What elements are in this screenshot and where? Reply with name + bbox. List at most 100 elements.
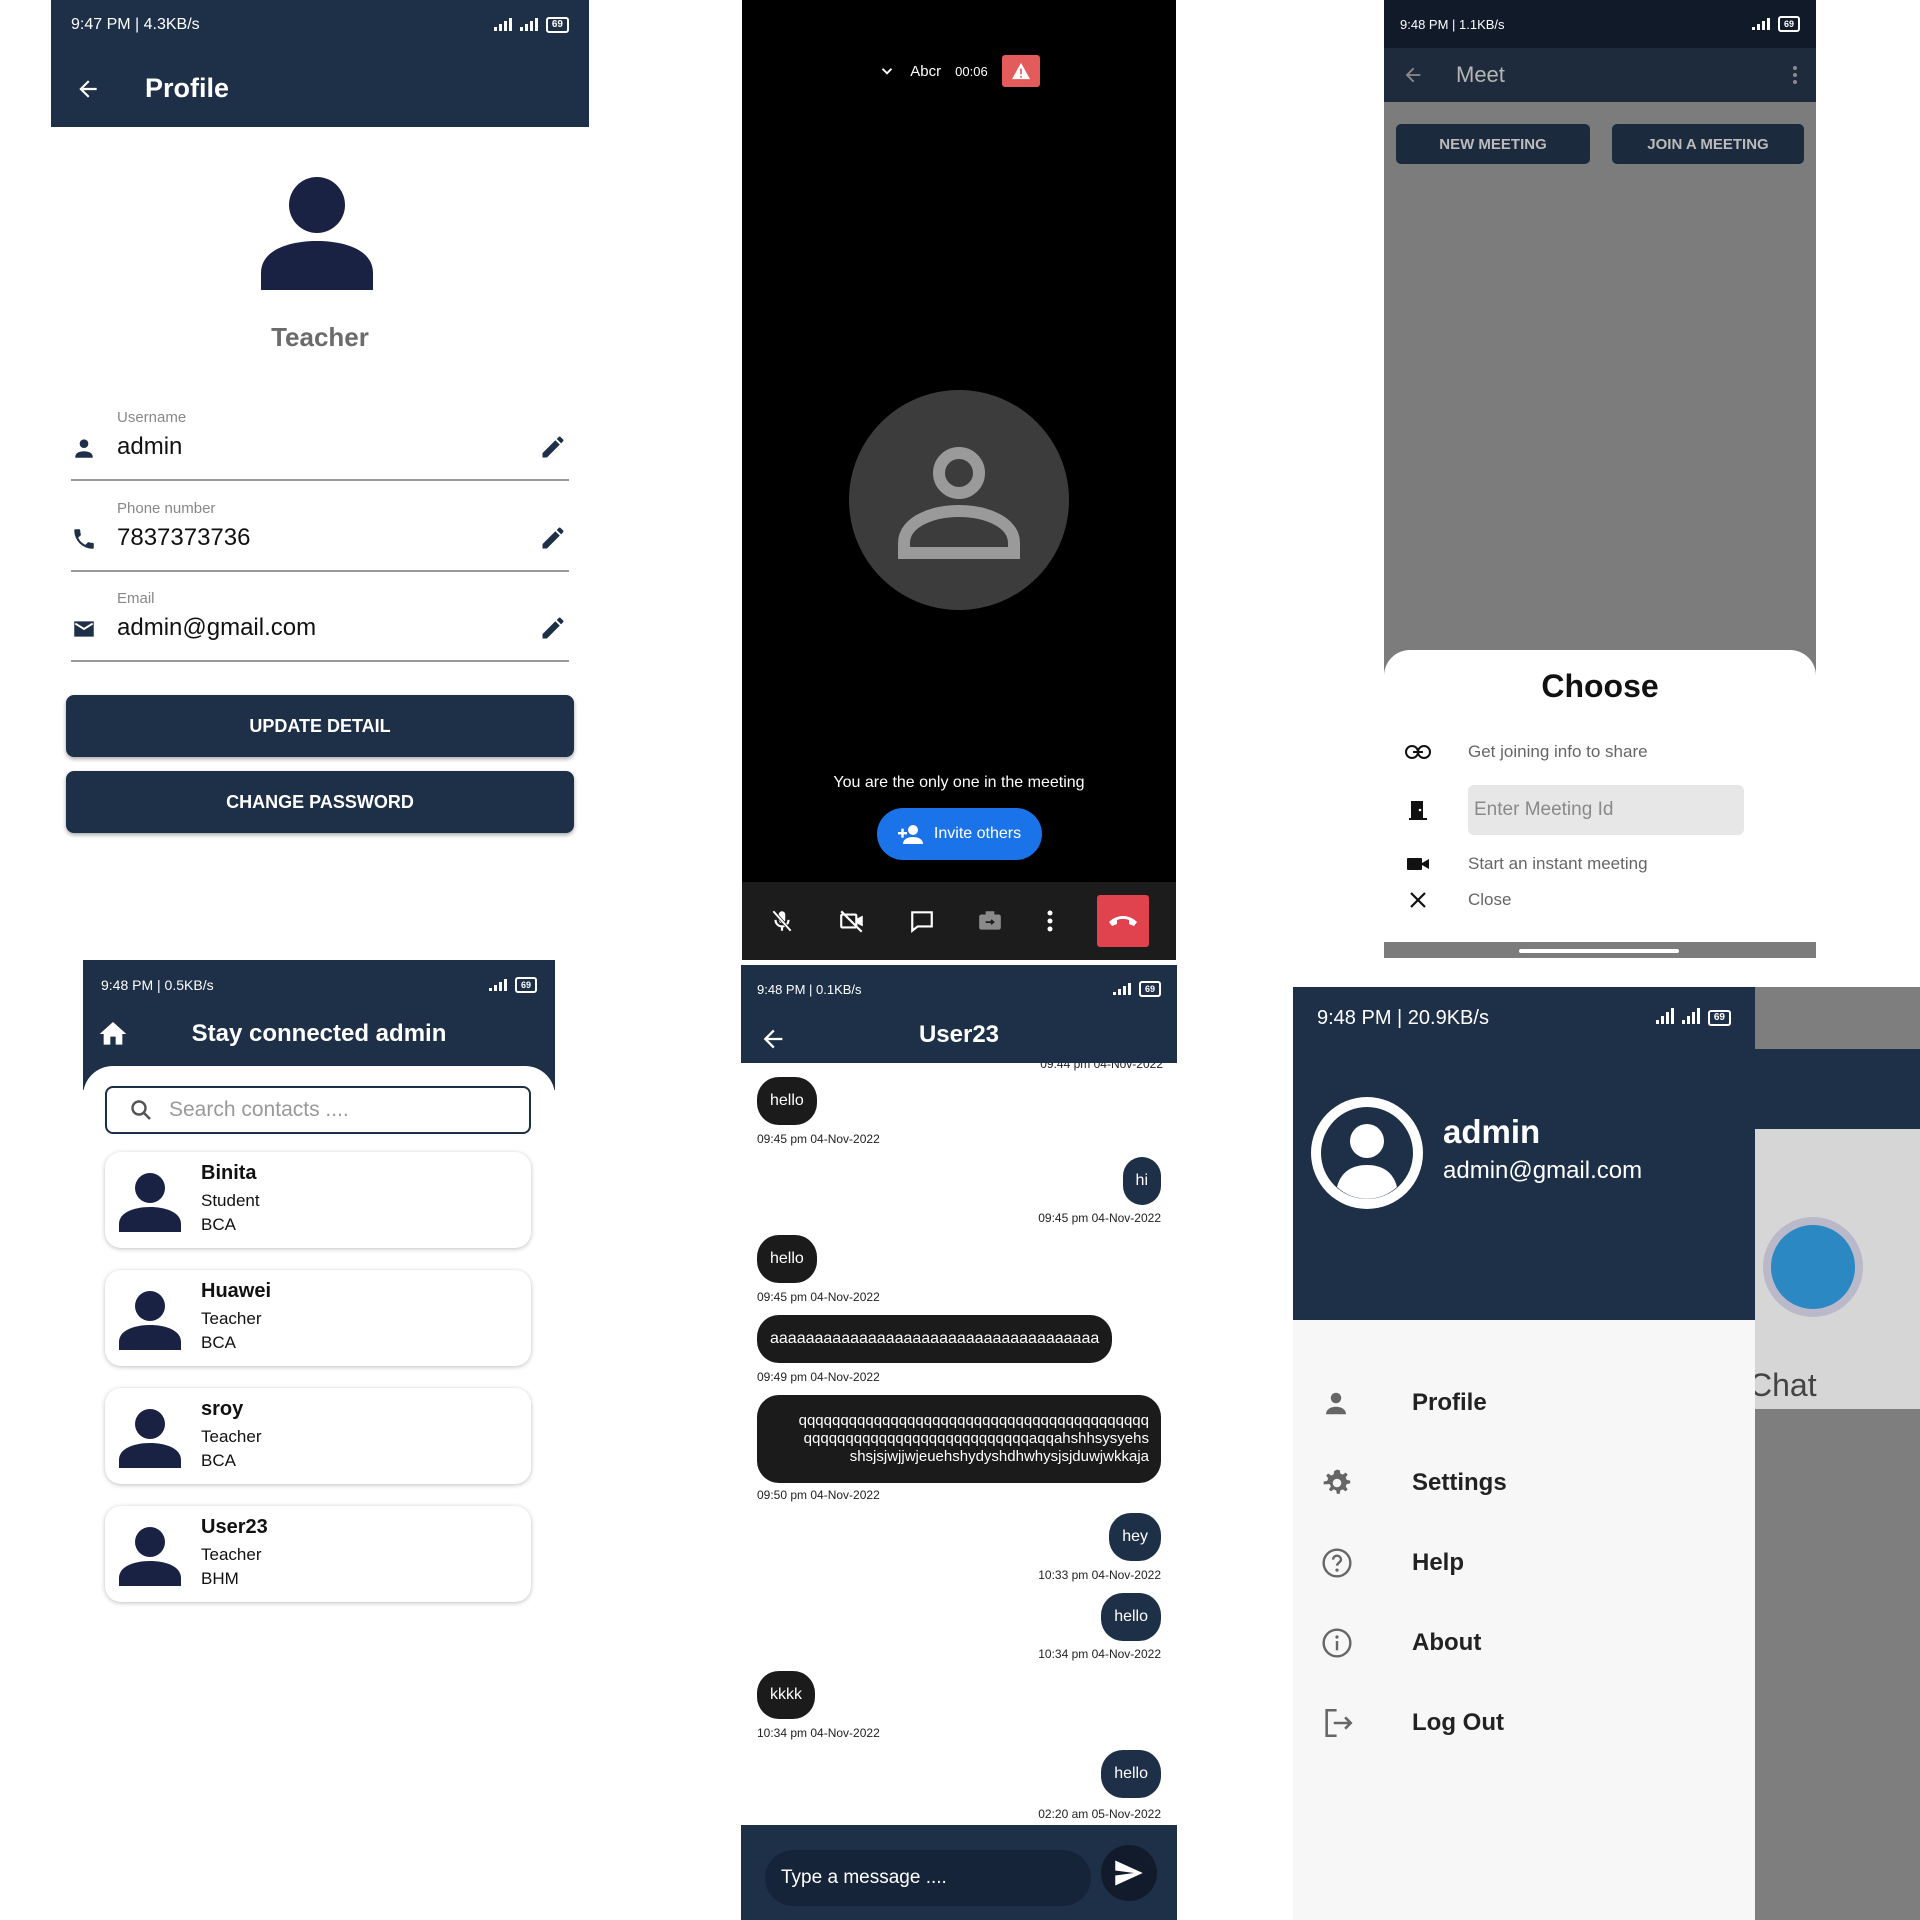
more-vert-icon[interactable]: [1792, 65, 1798, 85]
message-line: qqqqqqqqqqqqqqqqqqqqqqqqqqqaqqahshhsysye…: [803, 1430, 1149, 1447]
message-line: shsjsjwjjwjeuehshydyshdhwhysjsjduwjwkkaj…: [849, 1448, 1149, 1465]
page-title: Profile: [145, 73, 230, 103]
message-bubble: hey: [1109, 1513, 1161, 1561]
battery-icon: 69: [545, 17, 569, 33]
logout-icon: [1321, 1706, 1355, 1740]
contact-name: Binita: [201, 1162, 257, 1184]
edit-icon[interactable]: [539, 433, 567, 461]
menu-label: About: [1412, 1629, 1482, 1656]
message-bubble: hello: [1101, 1750, 1161, 1798]
message-line: qqqqqqqqqqqqqqqqqqqqqqqqqqqqqqqqqqqqqqqq…: [798, 1412, 1149, 1429]
signal-icon: [519, 18, 538, 31]
contact-role: Teacher: [201, 1309, 262, 1328]
update-detail-button[interactable]: UPDATE DETAIL: [66, 695, 574, 757]
mic-off-icon[interactable]: [769, 908, 795, 934]
menu-label: Settings: [1412, 1469, 1507, 1496]
meeting-id-input[interactable]: Enter Meeting Id: [1468, 785, 1744, 835]
phone-icon: [71, 526, 97, 552]
warning-icon[interactable]: [1001, 55, 1040, 87]
avatar: [119, 1290, 181, 1350]
person-icon: [71, 435, 97, 461]
contact-card[interactable]: User23 Teacher BHM: [105, 1506, 531, 1602]
instant-meeting-option[interactable]: Start an instant meeting: [1404, 854, 1648, 874]
mail-icon: [71, 616, 97, 642]
menu-item-about[interactable]: About: [1293, 1613, 1755, 1673]
email-field[interactable]: Email admin@gmail.com: [71, 590, 569, 662]
username-label: Username: [117, 409, 187, 426]
hang-up-button[interactable]: [1096, 895, 1149, 947]
contact-dept: BHM: [201, 1569, 239, 1588]
phone-field[interactable]: Phone number 7837373736: [71, 500, 569, 572]
chat-title: User23: [918, 1021, 1000, 1048]
message-list: 09:44 pm 04-Nov-2022 hello 09:45 pm 04-N…: [741, 1063, 1177, 1785]
invite-others-button[interactable]: Invite others: [877, 808, 1042, 860]
search-input[interactable]: Search contacts ....: [105, 1086, 531, 1134]
username-value: admin: [117, 433, 183, 460]
status-icons: 69: [1112, 981, 1161, 997]
change-password-button[interactable]: CHANGE PASSWORD: [66, 771, 574, 833]
menu-item-logout[interactable]: Log Out: [1293, 1693, 1755, 1753]
app-bar: Meet: [1384, 48, 1816, 102]
nav-handle: [1384, 942, 1816, 958]
username-field[interactable]: Username admin: [71, 409, 569, 481]
choose-sheet: Choose Get joining info to share Enter M…: [1384, 650, 1816, 942]
message-timestamp: 02:20 am 05-Nov-2022: [1038, 1807, 1161, 1821]
contact-card[interactable]: Huawei Teacher BCA: [105, 1270, 531, 1366]
close-label: Close: [1468, 890, 1512, 909]
battery-icon: 69: [514, 977, 537, 993]
back-arrow-icon[interactable]: [75, 76, 101, 102]
search-icon: [129, 1098, 153, 1122]
contact-card[interactable]: Binita Student BCA: [105, 1152, 531, 1248]
status-icons: 69: [1655, 1008, 1731, 1026]
status-bar: 9:48 PM | 20.9KB/s 69: [1293, 987, 1755, 1049]
message-bubble: kkkk: [757, 1671, 815, 1719]
call-timer: 00:06: [955, 63, 988, 79]
send-button[interactable]: [1101, 1845, 1157, 1901]
message-bubble: qqqqqqqqqqqqqqqqqqqqqqqqqqqqqqqqqqqqqqqq…: [757, 1395, 1161, 1483]
message-input[interactable]: Type a message ....: [765, 1850, 1091, 1906]
contact-card[interactable]: sroy Teacher BCA: [105, 1388, 531, 1484]
avatar: [119, 1526, 181, 1586]
contact-name: Huawei: [201, 1280, 272, 1302]
phone-value: 7837373736: [117, 524, 251, 551]
chevron-down-icon[interactable]: [878, 62, 896, 80]
chat-icon[interactable]: [909, 908, 935, 934]
more-vert-icon[interactable]: [1046, 909, 1054, 933]
video-off-icon[interactable]: [838, 908, 866, 934]
status-bar: 9:47 PM | 4.3KB/s 69: [51, 0, 589, 50]
battery-icon: 69: [1138, 981, 1161, 997]
edit-icon[interactable]: [539, 524, 567, 552]
phone-label: Phone number: [117, 500, 216, 517]
close-option[interactable]: Close: [1404, 890, 1511, 910]
profile-screen: 9:47 PM | 4.3KB/s 69 Profile Teacher Use…: [51, 0, 589, 880]
email-label: Email: [117, 590, 155, 607]
message-bubble: hi: [1122, 1157, 1161, 1205]
new-meeting-button[interactable]: NEW MEETING: [1396, 124, 1590, 164]
status-bar: 9:48 PM | 1.1KB/s 69: [1384, 0, 1816, 48]
menu-item-help[interactable]: Help: [1293, 1533, 1755, 1593]
menu-item-profile[interactable]: Profile: [1293, 1373, 1755, 1433]
message-bubble: hello: [757, 1077, 817, 1125]
message-timestamp: 09:44 pm 04-Nov-2022: [1040, 1063, 1163, 1071]
status-time: 9:47 PM | 4.3KB/s: [71, 16, 200, 33]
status-bar: 9:48 PM | 0.5KB/s 69: [83, 960, 555, 1010]
avatar: [119, 1408, 181, 1468]
chat-bubble-icon: [1763, 1217, 1863, 1317]
contacts-screen: 9:48 PM | 0.5KB/s 69 Stay connected admi…: [83, 960, 555, 1620]
joining-info-option[interactable]: Get joining info to share: [1404, 742, 1648, 762]
call-header: Abcr 00:06: [742, 55, 1176, 87]
contact-dept: BCA: [201, 1215, 236, 1234]
switch-camera-icon[interactable]: [977, 908, 1003, 934]
edit-icon[interactable]: [539, 614, 567, 642]
menu-item-settings[interactable]: Settings: [1293, 1453, 1755, 1513]
invite-label: Invite others: [933, 825, 1022, 842]
signal-icon: [1112, 983, 1131, 995]
join-meeting-button[interactable]: JOIN A MEETING: [1612, 124, 1804, 164]
message-timestamp: 09:49 pm 04-Nov-2022: [757, 1370, 880, 1384]
background-chat-label: Chat: [1749, 1367, 1817, 1403]
meeting-id-row: Enter Meeting Id: [1404, 785, 1744, 835]
app-bar: Stay connected admin: [83, 1010, 555, 1066]
back-arrow-icon[interactable]: [1402, 64, 1424, 86]
message-bubble: hello: [757, 1235, 817, 1283]
help-icon: [1321, 1547, 1353, 1579]
